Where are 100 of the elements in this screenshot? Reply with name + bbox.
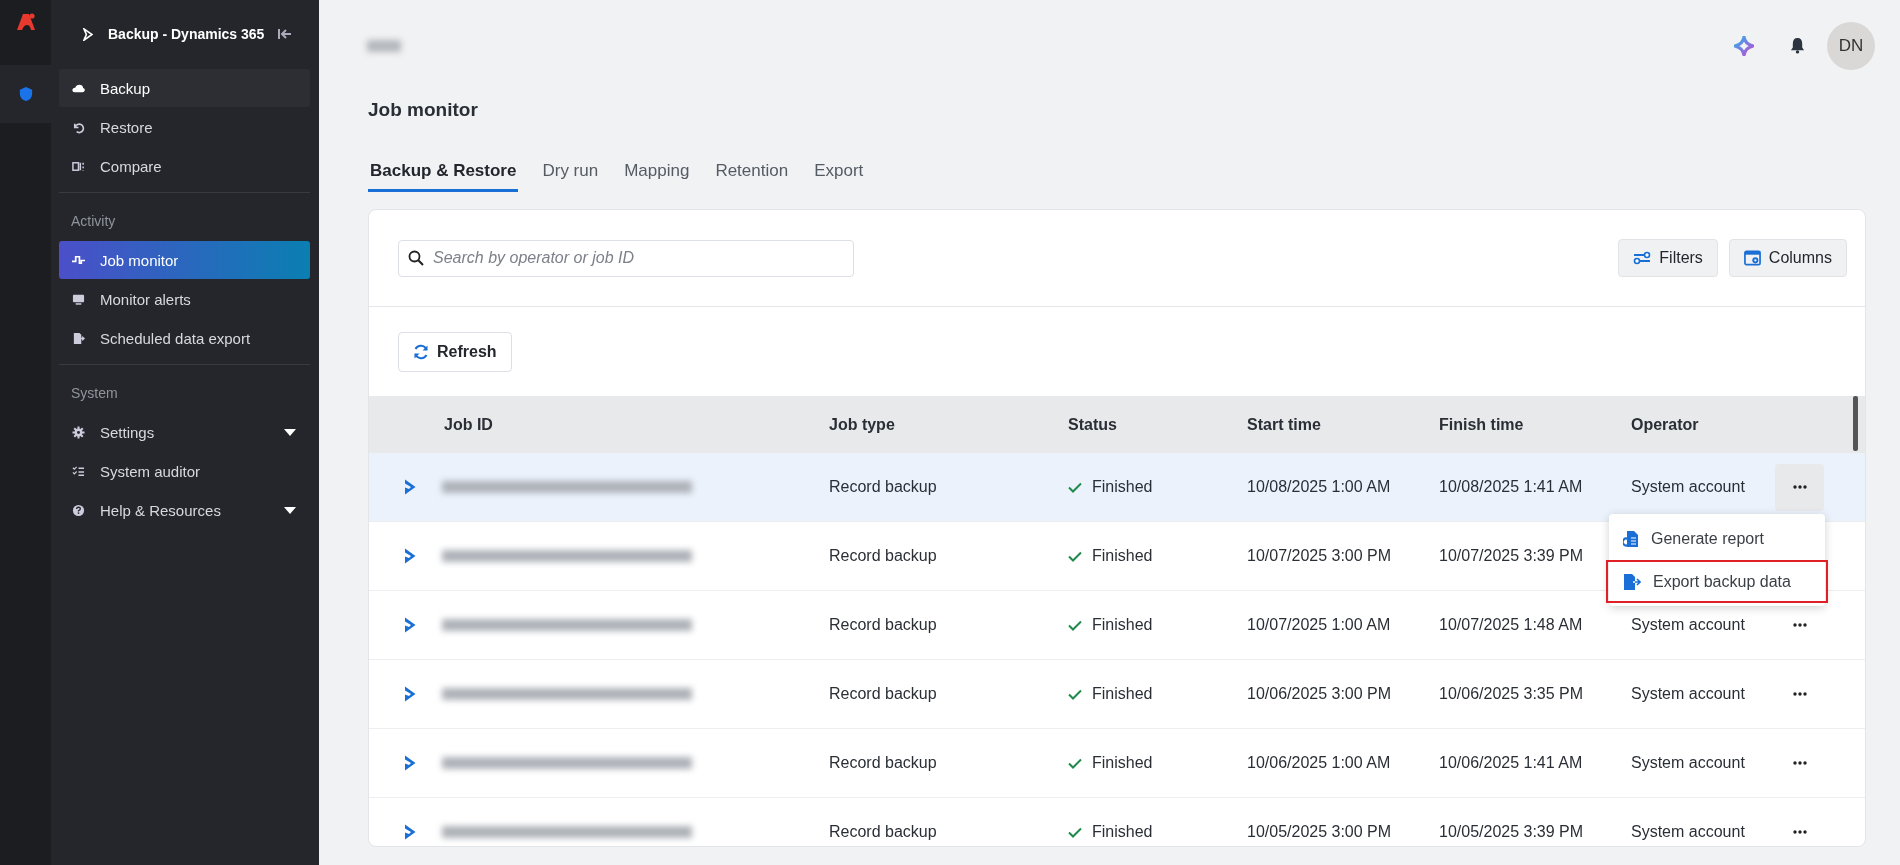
filters-button[interactable]: Filters — [1618, 239, 1718, 277]
columns-settings-icon — [1743, 250, 1761, 266]
columns-button[interactable]: Columns — [1728, 239, 1847, 277]
table-cell-text: Record backup — [829, 478, 938, 496]
table-cell-text: Record backup — [829, 685, 938, 703]
table-cell-text: 10/06/2025 3:35 PM — [1439, 685, 1585, 703]
check-icon — [1068, 619, 1082, 631]
sparkle-icon[interactable] — [1734, 35, 1754, 56]
sliders-icon — [1633, 251, 1652, 265]
monitor-icon — [72, 292, 85, 306]
refresh-button[interactable]: Refresh — [398, 332, 512, 372]
logo-icon — [15, 13, 36, 31]
check-icon — [1068, 481, 1082, 493]
bell-icon[interactable] — [1790, 37, 1805, 54]
menu-item-label: Export backup data — [1653, 572, 1791, 591]
table-cell: System account — [1631, 754, 1745, 771]
tab[interactable]: Export — [812, 159, 866, 189]
dynamics-icon — [404, 824, 416, 840]
ellipsis-icon — [1792, 485, 1807, 489]
dynamics-icon — [83, 27, 93, 41]
redacted-text — [367, 39, 401, 52]
table-cell: System account — [1631, 685, 1745, 702]
table-cell-text: 10/06/2025 1:00 AM — [1247, 754, 1392, 772]
collapse-icon[interactable] — [278, 28, 292, 40]
search-field[interactable]: Search by operator or job ID — [398, 239, 854, 277]
tab[interactable]: Dry run — [540, 159, 601, 189]
scrollbar[interactable] — [1853, 396, 1858, 451]
table-cell-text: 10/07/2025 3:39 PM — [1439, 547, 1585, 565]
user-avatar[interactable]: DN — [1827, 21, 1875, 70]
dynamics-icon — [404, 755, 416, 771]
status-text: Finished — [1092, 616, 1153, 634]
menu-item[interactable]: Generate report — [1609, 517, 1825, 560]
table-cell-text: Record backup — [829, 823, 938, 841]
check-icon — [1068, 826, 1082, 838]
menu-item[interactable]: Export backup data — [1606, 560, 1828, 603]
shield-icon[interactable] — [0, 65, 51, 123]
gear-icon — [72, 425, 85, 439]
table-cell: System account — [1631, 823, 1745, 840]
dynamics-icon — [404, 686, 416, 702]
table-cell-text: 10/07/2025 1:48 AM — [1439, 616, 1584, 634]
pulse-icon — [72, 253, 85, 267]
column-header: Status — [1068, 415, 1118, 434]
file-export-icon — [72, 331, 85, 345]
section-heading: Activity — [70, 212, 117, 231]
section-heading: System — [70, 384, 119, 403]
page-title: Job monitor — [368, 99, 479, 122]
status-text: Finished — [1092, 754, 1153, 772]
column-header: Finish time — [1439, 415, 1525, 434]
tab[interactable]: Backup & Restore — [368, 159, 519, 192]
ellipsis-icon — [1792, 692, 1807, 696]
nav-item[interactable]: Scheduled data export — [59, 319, 310, 357]
table-cell-text: Record backup — [829, 754, 938, 772]
table-cell-text: 10/06/2025 1:41 AM — [1439, 754, 1584, 772]
undo-icon — [72, 120, 85, 134]
ellipsis-icon — [1792, 761, 1807, 765]
check-icon — [1068, 688, 1082, 700]
tab[interactable]: Retention — [713, 159, 791, 189]
dynamics-icon — [404, 617, 416, 633]
nav-item[interactable]: Backup — [59, 69, 310, 107]
nav-item[interactable]: Monitor alerts — [59, 280, 310, 318]
help-icon — [72, 503, 85, 517]
table-cell: System account — [1631, 616, 1745, 633]
check-icon — [1068, 550, 1082, 562]
menu-item-label: Generate report — [1651, 529, 1764, 548]
file-export-icon — [1623, 572, 1641, 591]
table-cell: System account — [1631, 478, 1745, 495]
table-cell-text: Record backup — [829, 547, 938, 565]
table-cell-text: 10/08/2025 1:41 AM — [1439, 478, 1584, 496]
dynamics-icon — [404, 548, 416, 564]
app-title: Backup - Dynamics 365 — [108, 26, 266, 42]
dynamics-icon — [404, 479, 416, 495]
refresh-icon — [413, 344, 429, 360]
nav-item[interactable]: Job monitor — [59, 241, 310, 279]
tab[interactable]: Mapping — [622, 159, 692, 189]
table-cell-text: 10/07/2025 1:00 AM — [1247, 616, 1392, 634]
status-text: Finished — [1092, 547, 1153, 565]
ellipsis-icon — [1792, 623, 1807, 627]
nav-item[interactable]: Restore — [59, 108, 310, 146]
checklist-icon — [72, 464, 85, 478]
column-header: Operator — [1631, 415, 1700, 434]
nav-item[interactable]: Compare — [59, 147, 310, 185]
search-icon — [408, 249, 424, 266]
check-icon — [1068, 757, 1082, 769]
status-text: Finished — [1092, 478, 1153, 496]
column-header: Job type — [829, 415, 896, 434]
nav-item[interactable]: Help & Resources — [59, 491, 310, 529]
ellipsis-icon — [1792, 830, 1807, 834]
column-header: Job ID — [444, 415, 494, 434]
table-cell-text: 10/07/2025 3:00 PM — [1247, 547, 1393, 565]
status-text: Finished — [1092, 685, 1153, 703]
compare-icon — [72, 159, 85, 173]
table-cell-text: 10/06/2025 3:00 PM — [1247, 685, 1393, 703]
table-cell-text: Record backup — [829, 616, 938, 634]
table-cell-text: 10/05/2025 3:00 PM — [1247, 823, 1393, 841]
nav-item[interactable]: Settings — [59, 413, 310, 451]
report-icon — [1623, 529, 1639, 548]
table-cell-text: 10/08/2025 1:00 AM — [1247, 478, 1392, 496]
column-header: Start time — [1247, 415, 1322, 434]
table-cell-text: 10/05/2025 3:39 PM — [1439, 823, 1585, 841]
nav-item[interactable]: System auditor — [59, 452, 310, 490]
